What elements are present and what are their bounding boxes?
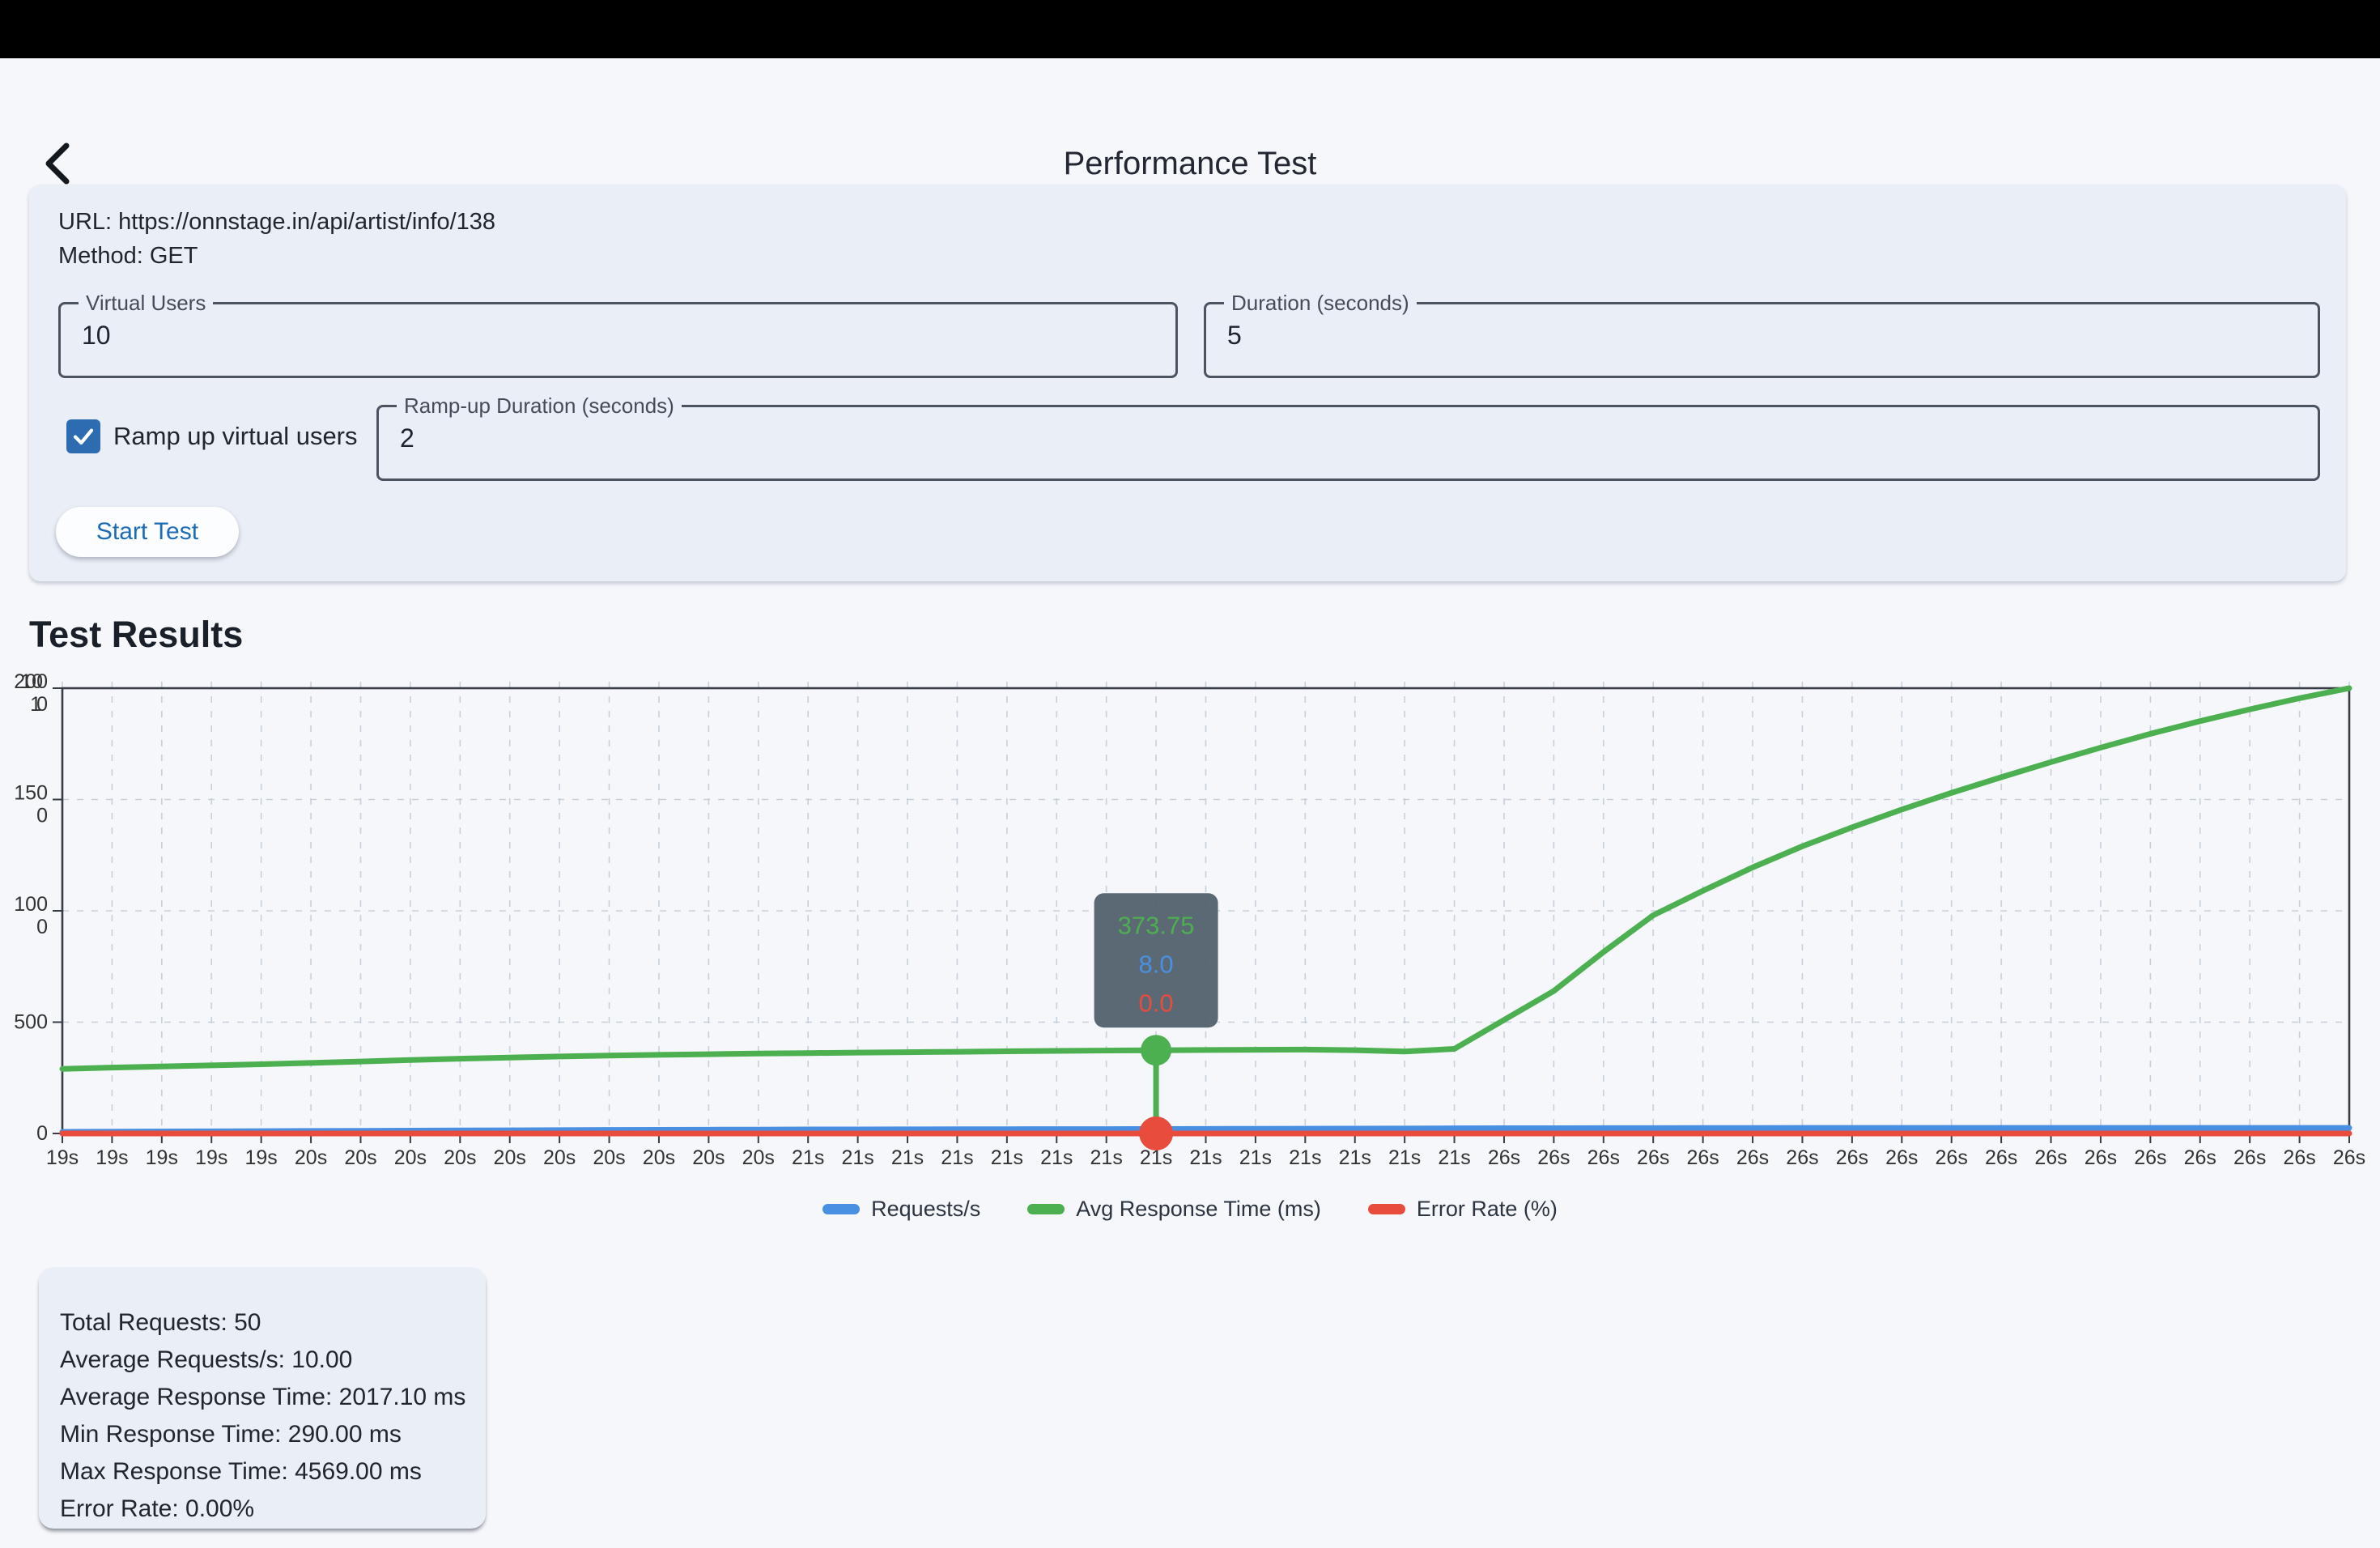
duration-field[interactable]: Duration (seconds) 5 — [1204, 302, 2320, 378]
legend-item: Error Rate (%) — [1368, 1197, 1558, 1222]
x-axis-label: 20s — [692, 1146, 725, 1169]
x-axis-label: 21s — [991, 1146, 1023, 1169]
app-bar: Performance Test — [0, 58, 2380, 172]
x-axis-label: 21s — [1388, 1146, 1421, 1169]
x-axis-label: 19s — [195, 1146, 227, 1169]
summary-error-rate: Error Rate: 0.00% — [60, 1491, 486, 1528]
chart-legend: Requests/s Avg Response Time (ms) Error Ra… — [0, 1197, 2380, 1222]
x-axis-label: 21s — [1438, 1146, 1470, 1169]
summary-min-response-time: Min Response Time: 290.00 ms — [60, 1416, 486, 1453]
legend-item: Avg Response Time (ms) — [1027, 1197, 1321, 1222]
legend-label: Error Rate (%) — [1417, 1197, 1558, 1222]
x-axis-label: 26s — [2233, 1146, 2266, 1169]
virtual-users-field[interactable]: Virtual Users 10 — [58, 302, 1178, 378]
ramp-up-checkbox[interactable] — [66, 419, 100, 453]
x-axis-label: 19s — [244, 1146, 277, 1169]
x-axis-label: 20s — [295, 1146, 327, 1169]
y-axis-label: 0 — [36, 916, 48, 938]
legend-item: Requests/s — [822, 1197, 980, 1222]
x-axis-label: 20s — [394, 1146, 427, 1169]
x-axis-label: 20s — [643, 1146, 675, 1169]
x-axis-label: 26s — [1885, 1146, 1918, 1169]
virtual-users-value: 10 — [82, 321, 111, 351]
x-axis-label: 19s — [96, 1146, 128, 1169]
x-axis-label: 21s — [841, 1146, 873, 1169]
x-axis-label: 20s — [494, 1146, 526, 1169]
active-dot-response-time — [1141, 1035, 1171, 1065]
x-axis-label: 26s — [1836, 1146, 1868, 1169]
legend-swatch-icon — [822, 1204, 860, 1214]
x-axis-label: 21s — [891, 1146, 924, 1169]
ramp-up-duration-value: 2 — [400, 423, 414, 453]
http-method-text: Method: GET — [58, 243, 198, 270]
checkmark-icon — [70, 423, 96, 449]
legend-label: Avg Response Time (ms) — [1076, 1197, 1321, 1222]
ramp-up-duration-label: Ramp-up Duration (seconds) — [397, 393, 682, 419]
results-chart[interactable]: 050010001500200010119s19s19s19s19s20s20s… — [0, 648, 2380, 1182]
start-test-button[interactable]: Start Test — [56, 507, 239, 557]
x-axis-label: 20s — [742, 1146, 775, 1169]
x-axis-label: 20s — [543, 1146, 576, 1169]
y-axis-label: 0 — [36, 805, 48, 827]
summary-max-response-time: Max Response Time: 4569.00 ms — [60, 1453, 486, 1491]
x-axis-label: 26s — [1936, 1146, 1968, 1169]
x-axis-label: 26s — [1686, 1146, 1719, 1169]
y-axis-overlap-label: 1 — [30, 693, 41, 716]
ramp-up-checkbox-row[interactable]: Ramp up virtual users — [66, 419, 358, 453]
x-axis-label: 26s — [1488, 1146, 1520, 1169]
y-axis-label: 100 — [14, 893, 48, 916]
x-axis-label: 20s — [344, 1146, 376, 1169]
status-bar — [0, 0, 2380, 58]
x-axis-label: 21s — [1289, 1146, 1321, 1169]
x-axis-label: 26s — [1537, 1146, 1570, 1169]
x-axis-label: 21s — [941, 1146, 973, 1169]
summary-total-requests: Total Requests: 50 — [60, 1304, 486, 1342]
tooltip-value: 8.0 — [1139, 950, 1174, 979]
x-axis-label: 26s — [2085, 1146, 2117, 1169]
x-axis-label: 21s — [792, 1146, 824, 1169]
x-axis-label: 21s — [1090, 1146, 1123, 1169]
active-dot-error-rate — [1139, 1116, 1173, 1150]
virtual-users-label: Virtual Users — [79, 291, 213, 316]
tooltip-value: 0.0 — [1139, 989, 1174, 1018]
x-axis-label: 26s — [1637, 1146, 1669, 1169]
x-axis-label: 21s — [1040, 1146, 1073, 1169]
x-axis-label: 19s — [146, 1146, 178, 1169]
x-axis-label: 26s — [2333, 1146, 2365, 1169]
x-axis-label: 21s — [1339, 1146, 1371, 1169]
x-axis-label: 20s — [593, 1146, 625, 1169]
y-axis-label: 500 — [14, 1011, 48, 1034]
tooltip-value: 373.75 — [1118, 912, 1195, 940]
x-axis-label: 26s — [2184, 1146, 2216, 1169]
summary-avg-response-time: Average Response Time: 2017.10 ms — [60, 1379, 486, 1416]
legend-swatch-icon — [1027, 1204, 1065, 1214]
duration-label: Duration (seconds) — [1224, 291, 1417, 316]
legend-label: Requests/s — [871, 1197, 980, 1222]
x-axis-label: 26s — [2034, 1146, 2067, 1169]
duration-value: 5 — [1227, 321, 1242, 351]
chart: 050010001500200010119s19s19s19s19s20s20s… — [0, 648, 2380, 1182]
summary-card: Total Requests: 50 Average Requests/s: 1… — [39, 1267, 486, 1529]
x-axis-label: 21s — [1189, 1146, 1222, 1169]
x-axis-label: 26s — [1736, 1146, 1769, 1169]
y-axis-overlap-label: 10 — [20, 670, 43, 693]
ramp-up-checkbox-label: Ramp up virtual users — [113, 422, 358, 451]
x-axis-label: 21s — [1239, 1146, 1272, 1169]
summary-avg-requests: Average Requests/s: 10.00 — [60, 1342, 486, 1379]
ramp-up-duration-field[interactable]: Ramp-up Duration (seconds) 2 — [376, 405, 2320, 481]
x-axis-label: 20s — [444, 1146, 476, 1169]
x-axis-label: 26s — [1786, 1146, 1818, 1169]
y-axis-label: 150 — [14, 782, 48, 805]
page-title: Performance Test — [0, 146, 2380, 182]
test-config-card: URL: https://onnstage.in/api/artist/info… — [29, 185, 2346, 581]
target-url-text: URL: https://onnstage.in/api/artist/info… — [58, 209, 495, 236]
x-axis-label: 26s — [1587, 1146, 1620, 1169]
x-axis-label: 26s — [2134, 1146, 2166, 1169]
x-axis-label: 19s — [46, 1146, 79, 1169]
legend-swatch-icon — [1368, 1204, 1405, 1214]
x-axis-label: 26s — [1985, 1146, 2017, 1169]
y-axis-label: 0 — [36, 1122, 48, 1145]
x-axis-label: 26s — [2283, 1146, 2315, 1169]
